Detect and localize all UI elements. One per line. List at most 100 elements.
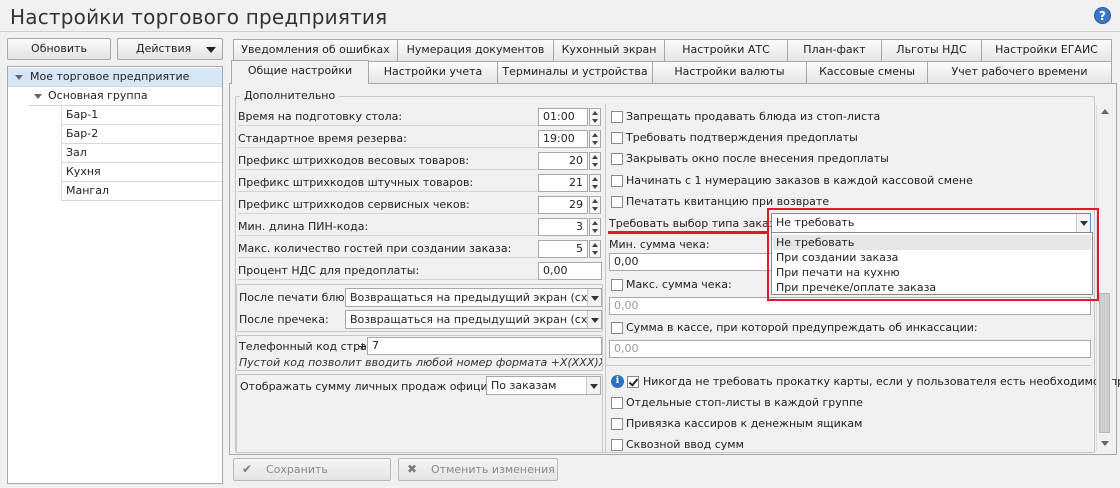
max-guests-input[interactable]: 5 [538,240,588,258]
reset-numbering-checkbox[interactable] [611,175,623,187]
tab-plan-fact[interactable]: План-факт [787,39,882,61]
tab-terminals-devices[interactable]: Терминалы и устройства [497,61,653,83]
chevron-down-icon [587,289,601,306]
actions-button[interactable]: Действия [117,38,223,60]
field-label: Префикс штрихкодов весовых товаров: [238,153,538,170]
max-check-checkbox[interactable] [611,279,623,291]
tab-error-notifications[interactable]: Уведомления об ошибках [233,39,398,61]
spin-icon[interactable] [589,196,601,214]
close-after-prepay-checkbox[interactable] [611,153,623,165]
tab-pbx-settings[interactable]: Настройки АТС [664,39,788,61]
service-barcode-prefix-input[interactable]: 29 [538,196,588,214]
order-type-select[interactable]: Не требовать [771,213,1091,233]
dropdown-option[interactable]: При создании заказа [773,250,1091,265]
chevron-down-icon [586,377,600,394]
checkbox-label: Отдельные стоп-листы в каждой группе [626,396,863,409]
waiter-sales-select[interactable]: По заказам [486,376,601,395]
tab-document-numbering[interactable]: Нумерация документов [397,39,554,61]
chevron-down-icon [206,47,216,53]
min-check-input[interactable]: 0,00 [609,253,779,271]
prepay-vat-input[interactable]: 0,00 [538,262,602,280]
cash-warn-checkbox[interactable] [611,322,623,334]
spin-icon[interactable] [589,174,601,192]
tab-egais-settings[interactable]: Настройки ЕГАИС [981,39,1112,61]
vertical-scrollbar[interactable] [1096,105,1112,450]
expand-icon[interactable] [34,94,42,99]
order-type-label: Требовать выбор типа заказа: [609,217,786,230]
max-check-label: Макс. сумма чека: [626,278,732,291]
tree-root-item[interactable]: Мое торговое предприятие [8,68,222,87]
spin-icon[interactable] [589,130,601,148]
highlight-underline [608,231,768,234]
checkbox-label: Запрещать продавать блюда из стоп-листа [626,110,881,123]
tab-general-settings[interactable]: Общие настройки [231,60,369,84]
tree-leaf-item[interactable]: Зал [62,144,222,163]
tab-accounting-settings[interactable]: Настройки учета [368,61,498,83]
tree-leaf-item[interactable]: Мангал [62,182,222,201]
scroll-down-icon[interactable] [1101,441,1109,446]
chevron-down-icon [1076,214,1090,232]
after-precheck-label: После пречека: [239,313,329,326]
title-divider [0,31,1120,32]
table-prep-time-input[interactable]: 01:00 [538,108,588,126]
tree-leaf-item[interactable]: Кухня [62,163,222,182]
waiter-sales-label: Отображать сумму личных продаж официанта… [240,380,519,393]
spin-icon[interactable] [589,240,601,258]
store-tree: Мое торговое предприятие Основная группа… [7,66,223,484]
checkbox-label: Требовать подтверждения предоплаты [626,131,858,144]
checkbox-label: Привязка кассиров к денежным ящикам [626,417,863,430]
tab-vat-benefits[interactable]: Льготы НДС [881,39,982,61]
cash-warn-input[interactable]: 0,00 [609,340,1091,358]
field-label: Префикс штрихкодов сервисных чеков: [238,197,538,214]
reserve-time-input[interactable]: 19:00 [538,130,588,148]
prepay-confirm-checkbox[interactable] [611,132,623,144]
actions-label: Действия [136,42,192,55]
dropdown-option[interactable]: Не требовать [773,235,1091,250]
min-check-label: Мин. сумма чека: [609,238,710,251]
tab-currency-settings[interactable]: Настройки валюты [652,61,807,83]
tree-group-item[interactable]: Основная группа [28,87,222,106]
phone-code-input[interactable]: 7 [367,337,602,355]
spin-icon[interactable] [589,218,601,236]
stop-list-checkbox[interactable] [611,111,623,123]
tab-cash-shifts[interactable]: Кассовые смены [806,61,928,83]
print-refund-receipt-checkbox[interactable] [611,196,623,208]
cancel-button[interactable]: ✖ Отменить изменения [398,458,558,481]
field-label: Стандартное время резерва: [238,131,538,148]
checkbox-label: Начинать с 1 нумерацию заказов в каждой … [626,174,973,187]
tree-leaf-item[interactable]: Бар-2 [62,125,222,144]
scroll-up-icon[interactable] [1101,109,1109,114]
through-sum-input-checkbox[interactable] [611,439,623,451]
checkbox-label: Сквозной ввод сумм [626,438,744,451]
tab-kitchen-screen[interactable]: Кухонный экран [553,39,665,61]
scroll-thumb[interactable] [1099,293,1110,433]
phone-hint: Пустой код позволит вводить любой номер … [239,356,602,369]
tab-working-time[interactable]: Учет рабочего времени [927,61,1112,83]
max-check-input[interactable]: 0,00 [609,297,1091,315]
close-icon: ✖ [407,462,418,476]
tree-leaf-item[interactable]: Бар-1 [62,106,222,125]
dropdown-option[interactable]: При пречеке/оплате заказа [773,280,1091,295]
refresh-button[interactable]: Обновить [7,38,111,60]
after-print-select[interactable]: Возвращаться на предыдущий экран (схем..… [345,288,602,307]
spin-icon[interactable] [589,152,601,170]
field-label: Макс. количество гостей при создании зак… [238,241,538,258]
save-button[interactable]: ✔ Сохранить изменения [233,458,391,488]
dropdown-option[interactable]: При печати на кухню [773,265,1091,280]
cashier-drawer-binding-checkbox[interactable] [611,418,623,430]
help-icon[interactable]: ? [1094,7,1111,24]
field-label: Процент НДС для предоплаты: [238,263,538,280]
field-label: Префикс штрихкодов штучных товаров: [238,175,538,192]
field-label: Мин. длина ПИН-кода: [238,219,538,236]
after-print-label: После печати блюд: [239,291,356,304]
after-precheck-select[interactable]: Возвращаться на предыдущий экран (схем..… [345,310,602,329]
window-title: Настройки торгового предприятия [10,5,388,29]
min-pin-length-input[interactable]: 3 [538,218,588,236]
expand-icon[interactable] [15,75,23,80]
separate-stop-lists-checkbox[interactable] [611,397,623,409]
chevron-down-icon [587,311,601,328]
piece-barcode-prefix-input[interactable]: 21 [538,174,588,192]
weight-barcode-prefix-input[interactable]: 20 [538,152,588,170]
no-card-swipe-checkbox[interactable] [627,376,639,388]
spin-icon[interactable] [589,108,601,126]
